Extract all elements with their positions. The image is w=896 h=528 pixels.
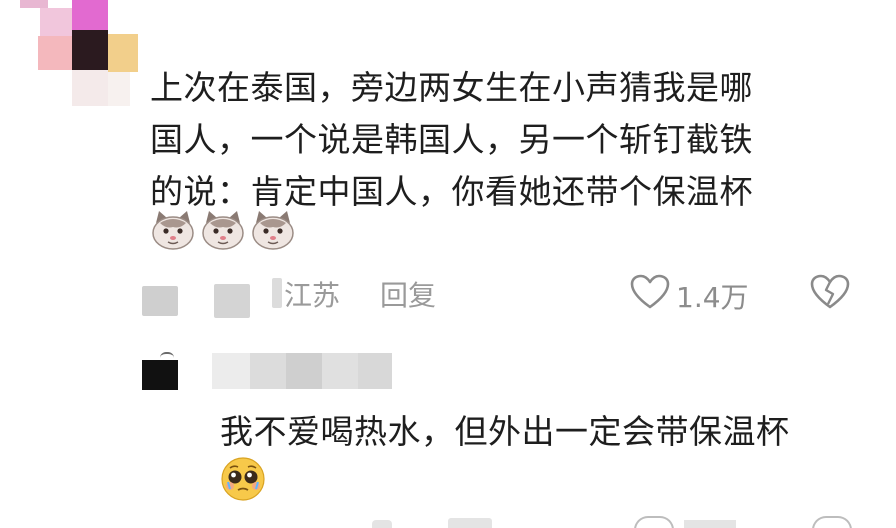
reply-button[interactable]: 回复 [380,274,436,314]
next-row-partial [0,512,896,528]
reply-line: 我不爱喝热水，但外出一定会带保温杯 [220,412,790,451]
cat-face-emoji [252,211,294,250]
blurred-reply-username [212,353,392,389]
blurred-location [272,278,282,308]
location-label: 江苏 [284,279,341,312]
reply-body: 我不爱喝热水，但外出一定会带保温杯 [220,408,880,456]
blurred-date [214,284,250,318]
replier-avatar[interactable] [142,350,178,390]
commenter-avatar[interactable] [0,0,140,108]
broken-heart-icon[interactable] [810,274,850,310]
blurred-date [142,286,178,316]
comment-line: 上次在泰国，旁边两女生在小声猜我是哪 [150,68,753,107]
comment-emoji-row [150,209,296,251]
comment-body: 上次在泰国，旁边两女生在小声猜我是哪 国人，一个说是韩国人，另一个斩钉截铁 的说… [150,62,850,218]
cat-face-emoji [202,211,244,250]
cat-face-emoji [152,211,194,250]
pleading-face-emoji [221,457,265,501]
heart-outline-icon[interactable] [630,274,670,310]
like-count: 1.4万 [676,281,749,314]
comment-line: 国人，一个说是韩国人，另一个斩钉截铁 [150,120,753,159]
